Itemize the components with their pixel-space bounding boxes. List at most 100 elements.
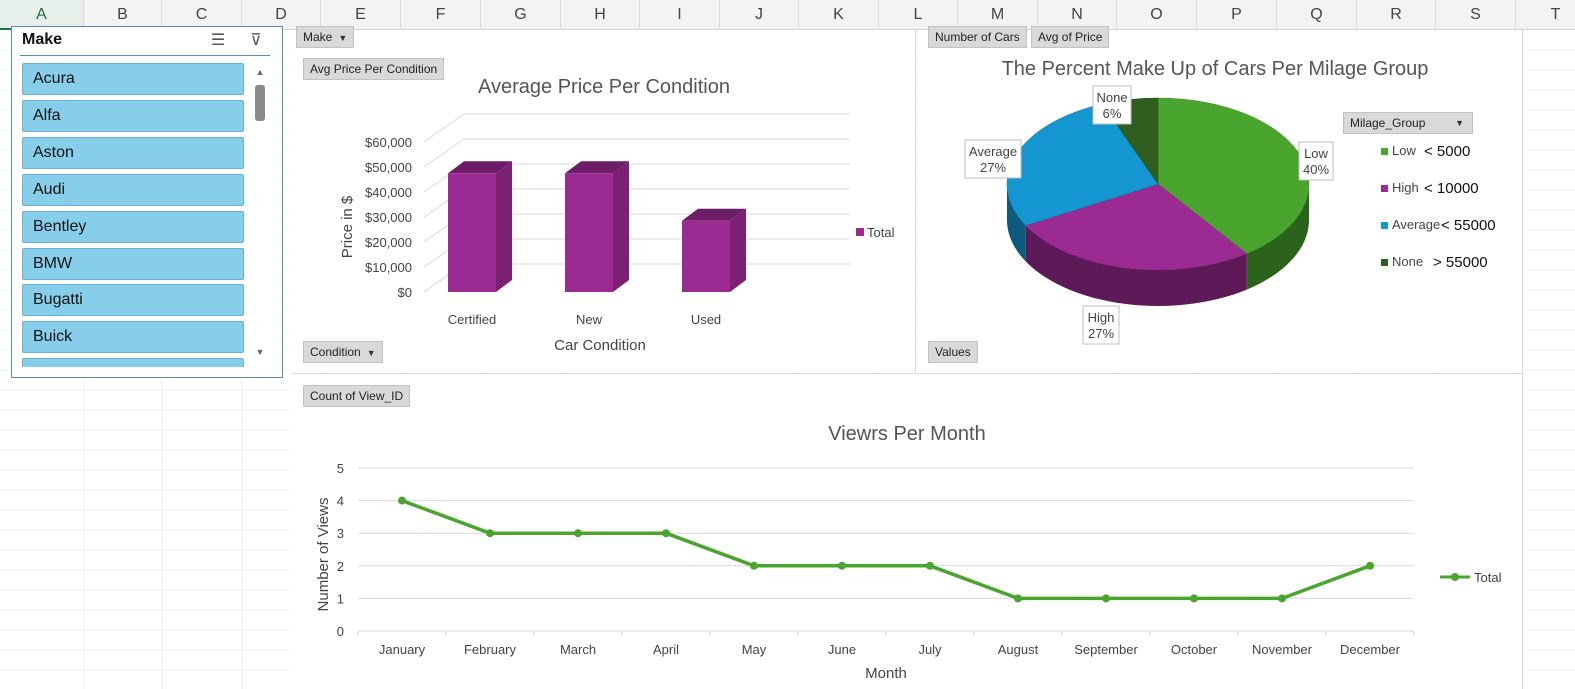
line-point <box>1278 594 1286 603</box>
column-header-P[interactable]: P <box>1197 0 1277 30</box>
line-y-tick-label: 5 <box>337 461 344 476</box>
slicer-item-list: Acura Alfa Aston Audi Bentley BMW Bugatti Buick <box>22 63 244 367</box>
line-x-axis-label: Month <box>865 665 907 682</box>
column-header-R[interactable]: R <box>1357 0 1436 30</box>
pie-legend-label: None <box>1392 254 1423 269</box>
bar-x-axis-label: Car Condition <box>554 337 646 354</box>
pie-legend-label: Average <box>1392 217 1440 232</box>
slicer-item[interactable]: Bentley <box>22 210 244 243</box>
line-chart-panel[interactable]: Count of View_ID Viewrs Per Month 0 1 2 3 4 5 J… <box>292 375 1523 689</box>
line-point <box>398 496 406 505</box>
line-series <box>401 498 1371 601</box>
line-x-tick-label: February <box>464 642 517 657</box>
line-x-tick-label: June <box>828 642 856 657</box>
bar-y-tick-label: $20,000 <box>365 235 412 250</box>
line-y-tick-label: 1 <box>337 591 344 606</box>
slicer-item[interactable]: Audi <box>22 173 244 206</box>
line-point <box>486 529 494 538</box>
line-legend-marker <box>1451 573 1459 581</box>
slicer-item[interactable]: Bugatti <box>22 284 244 317</box>
pie-callout-name: Average <box>969 144 1017 159</box>
column-header-T[interactable]: T <box>1516 0 1575 30</box>
bar-side <box>613 161 629 292</box>
bar-x-tick-label: Used <box>691 312 721 327</box>
line-x-tick-label: December <box>1340 642 1401 657</box>
line-chart-title: Viewrs Per Month <box>828 423 985 445</box>
make-slicer[interactable]: Make ☰ ⊽ Acura Alfa Aston Audi Bentley BMW Bug… <box>11 26 283 378</box>
bar-chart: Average Price Per Condition $0 $10,000 $20,… <box>339 76 895 354</box>
bar-x-tick-label: New <box>576 312 603 327</box>
scroll-down-icon[interactable]: ▼ <box>254 347 266 357</box>
slicer-scrollbar[interactable]: ▲ ▼ <box>252 63 268 363</box>
line-legend-label: Total <box>1474 570 1502 585</box>
line-point <box>1366 561 1374 570</box>
column-header-J[interactable]: J <box>720 0 799 30</box>
pie-legend-label: Low <box>1392 143 1416 158</box>
line-x-tick-label: November <box>1252 642 1313 657</box>
line-x-tick-label: March <box>560 642 596 657</box>
line-x-tick-label: August <box>998 642 1039 657</box>
bar-gridline <box>423 113 850 143</box>
bar-y-tick-label: $30,000 <box>365 210 412 225</box>
line-x-tick-label: October <box>1171 642 1218 657</box>
line-y-tick-label: 3 <box>337 526 344 541</box>
pie-legend-note: < 10000 <box>1424 180 1479 197</box>
pie-legend-label: High <box>1392 180 1419 195</box>
pie-chart-title: The Percent Make Up of Cars Per Milage G… <box>1002 58 1429 80</box>
line-y-tick-label: 4 <box>337 494 344 509</box>
column-header-Q[interactable]: Q <box>1277 0 1357 30</box>
line-x-tick-label: January <box>379 642 426 657</box>
bar-legend-label: Total <box>867 225 895 240</box>
line-point <box>1014 594 1022 603</box>
line-x-tick-label: May <box>742 642 767 657</box>
scroll-thumb[interactable] <box>255 85 265 121</box>
pie-callout-pct: 27% <box>980 160 1006 175</box>
slicer-item[interactable]: Aston <box>22 136 244 169</box>
column-header-G[interactable]: G <box>481 0 561 30</box>
bar-y-tick-label: $50,000 <box>365 160 412 175</box>
slicer-item[interactable]: BMW <box>22 247 244 280</box>
line-point <box>574 529 582 538</box>
slicer-item[interactable]: Acura <box>22 63 244 95</box>
pie-callout-pct: 27% <box>1088 326 1114 341</box>
bar-y-axis-label: Price in $ <box>339 195 356 258</box>
pie-legend-swatch <box>1381 148 1388 155</box>
pie-callout-pct: 6% <box>1103 106 1122 121</box>
multi-select-icon[interactable]: ☰ <box>206 30 230 52</box>
bar <box>448 173 496 292</box>
bar-y-tick-label: $40,000 <box>365 185 412 200</box>
bar-chart-panel[interactable]: Make ▼ Avg Price Per Condition Condition ▼… <box>292 26 916 374</box>
line-point <box>838 561 846 570</box>
column-header-F[interactable]: F <box>401 0 481 30</box>
pie-chart-panel[interactable]: Number of Cars Avg of Price Values Milag… <box>917 26 1523 374</box>
slicer-item[interactable] <box>22 358 244 367</box>
line-y-axis-label: Number of Views <box>315 498 332 612</box>
clear-filter-icon[interactable]: ⊽ <box>244 30 268 52</box>
slicer-item[interactable]: Buick <box>22 321 244 354</box>
column-header-S[interactable]: S <box>1436 0 1516 30</box>
column-header-I[interactable]: I <box>640 0 720 30</box>
pie-legend-note: > 55000 <box>1433 254 1488 271</box>
scroll-up-icon[interactable]: ▲ <box>254 67 266 77</box>
pie-callout-name: High <box>1088 310 1115 325</box>
pie-legend-note: < 55000 <box>1441 217 1496 234</box>
bar <box>682 220 730 292</box>
line-x-tick-label: September <box>1074 642 1138 657</box>
bar-x-tick-label: Certified <box>448 312 496 327</box>
column-header-O[interactable]: O <box>1117 0 1197 30</box>
pie-callout-name: None <box>1096 90 1127 105</box>
line-chart: Viewrs Per Month 0 1 2 3 4 5 January February Mar… <box>315 423 1502 682</box>
line-y-tick-label: 2 <box>337 559 344 574</box>
column-header-K[interactable]: K <box>799 0 879 30</box>
slicer-divider <box>20 55 270 56</box>
column-header-H[interactable]: H <box>561 0 640 30</box>
line-x-tick-label: July <box>918 642 942 657</box>
bar-side <box>730 208 746 292</box>
slicer-title: Make <box>22 31 63 48</box>
bar-y-tick-label: $10,000 <box>365 260 412 275</box>
bar-chart-title: Average Price Per Condition <box>478 76 730 98</box>
bar <box>565 173 613 292</box>
line-point <box>926 561 934 570</box>
slicer-item[interactable]: Alfa <box>22 99 244 132</box>
line-x-tick-label: April <box>653 642 679 657</box>
